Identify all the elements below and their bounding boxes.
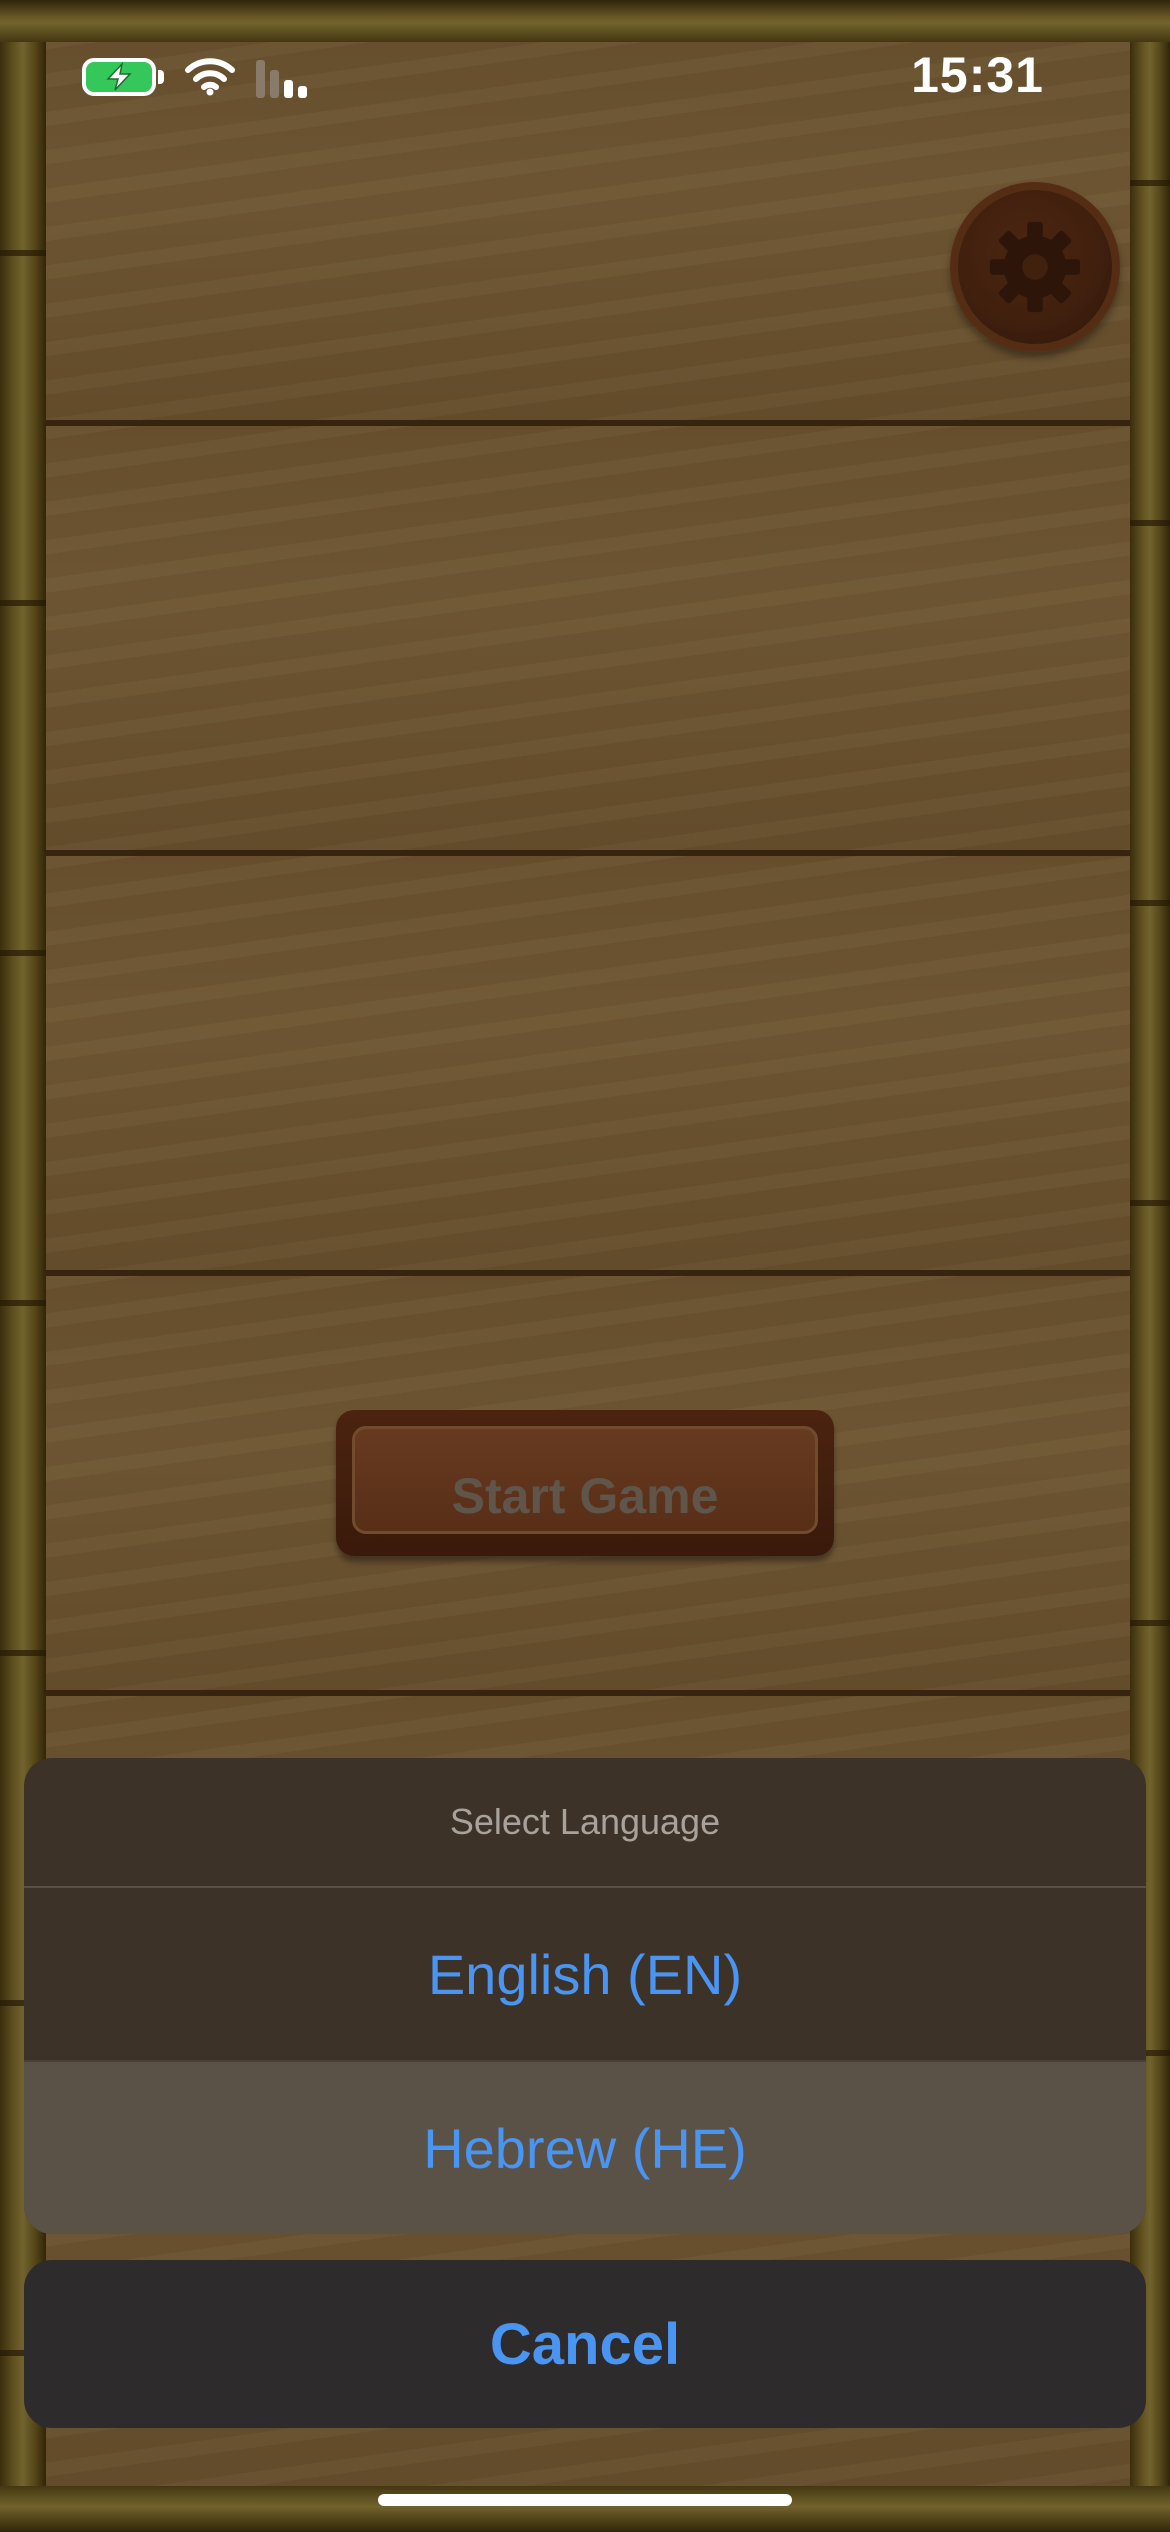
status-time: 15:31 [911, 47, 1044, 103]
screen: Start Game 15:31 Select Language English… [0, 0, 1170, 2532]
wifi-icon [185, 58, 235, 96]
action-sheet-title: Select Language [24, 1758, 1146, 1888]
language-action-sheet: Select Language English (EN) Hebrew (HE) [24, 1758, 1146, 2234]
battery-icon [82, 58, 156, 96]
battery-tip [158, 70, 164, 84]
option-english[interactable]: English (EN) [24, 1888, 1146, 2060]
status-bar: 15:31 [0, 0, 1170, 150]
cancel-button[interactable]: Cancel [24, 2260, 1146, 2428]
option-hebrew[interactable]: Hebrew (HE) [24, 2062, 1146, 2234]
charging-bolt-icon [106, 62, 132, 91]
home-indicator[interactable] [378, 2494, 792, 2506]
cellular-signal-icon [256, 60, 316, 98]
